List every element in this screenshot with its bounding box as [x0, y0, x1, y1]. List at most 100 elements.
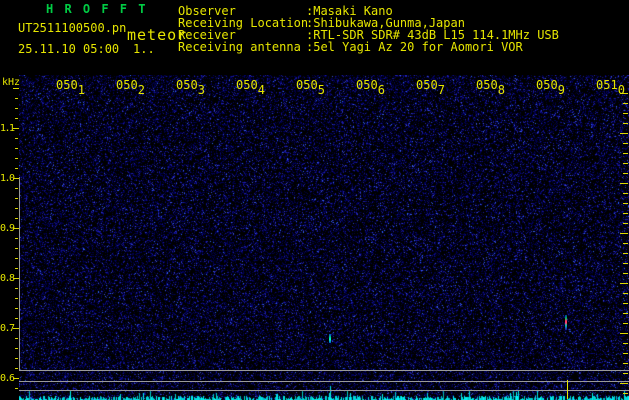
info-value-antenna: :5el Yagi Az 20 for Aomori VOR [306, 40, 523, 54]
freq-tick-left [15, 168, 18, 169]
freq-tick-label: 0.9 [0, 223, 15, 234]
time-tick-label: 0501 [56, 78, 85, 97]
freq-tick-right [620, 233, 628, 234]
freq-tick-left [13, 378, 19, 379]
antenna-value: 5el Yagi Az 20 for Aomori VOR [313, 40, 523, 54]
freq-tick-right [623, 393, 628, 394]
freq-tick-left [15, 288, 18, 289]
freq-tick-right [623, 263, 628, 264]
freq-tick-label: 0.7 [0, 323, 15, 334]
freq-tick-left [15, 98, 18, 99]
freq-tick-left [15, 368, 18, 369]
freq-tick-right [620, 133, 628, 134]
freq-tick-left [15, 268, 18, 269]
strip-line-1 [19, 370, 629, 371]
freq-tick-label: 1.1 [0, 123, 15, 134]
freq-tick-left [15, 388, 18, 389]
freq-tick-right [623, 123, 628, 124]
freq-tick-left [15, 308, 18, 309]
time-label-prefix: 050 [476, 78, 498, 92]
freq-tick-right [623, 273, 628, 274]
info-label-antenna: Receiving antenna [178, 40, 301, 54]
time-label-prefix: 050 [116, 78, 138, 92]
freq-tick-right [623, 173, 628, 174]
plot-left-border [19, 177, 20, 370]
freq-tick-right [623, 203, 628, 204]
time-label-minute-digit: 9 [557, 83, 565, 97]
time-label-minute-digit: 2 [137, 83, 145, 97]
echo-counter: 1.. [133, 42, 155, 56]
freq-tick-left [15, 208, 18, 209]
freq-tick-right [623, 323, 628, 324]
time-label-prefix: 051 [596, 78, 618, 92]
freq-tick-right [623, 113, 628, 114]
time-tick-label: 0502 [116, 78, 145, 97]
freq-tick-left [15, 348, 18, 349]
meteor-echo-strong [565, 315, 567, 330]
detection-marker-line [567, 380, 568, 399]
time-label-minute-digit: 7 [437, 83, 445, 97]
time-label-minute-digit: 3 [197, 83, 205, 97]
freq-tick-right [623, 353, 628, 354]
freq-tick-right [623, 343, 628, 344]
time-tick-label: 0503 [176, 78, 205, 97]
freq-tick-left [15, 298, 18, 299]
freq-tick-right [620, 383, 628, 384]
freq-tick-right [623, 243, 628, 244]
time-label-minute-digit: 0 [617, 83, 625, 97]
time-label-minute-digit: 4 [257, 83, 265, 97]
freq-tick-right [623, 153, 628, 154]
time-label-minute-digit: 1 [77, 83, 85, 97]
time-label-prefix: 050 [536, 78, 558, 92]
freq-tick-right [620, 183, 628, 184]
freq-tick-right [623, 293, 628, 294]
time-tick-label: 0506 [356, 78, 385, 97]
freq-tick-right [623, 313, 628, 314]
freq-tick-right [623, 253, 628, 254]
time-label-minute-digit: 6 [377, 83, 385, 97]
app-title: H R O F F T [46, 2, 148, 16]
freq-tick-right [620, 333, 628, 334]
time-tick-label: 0508 [476, 78, 505, 97]
freq-tick-label: 0.6 [0, 373, 15, 384]
time-label-prefix: 050 [236, 78, 258, 92]
time-tick-label: 0505 [296, 78, 325, 97]
freq-tick-right [623, 303, 628, 304]
freq-tick-left [15, 108, 18, 109]
freq-tick-right [623, 223, 628, 224]
freq-tick-left [15, 318, 18, 319]
time-tick-label: 0504 [236, 78, 265, 97]
time-label-prefix: 050 [356, 78, 378, 92]
strip-line-2 [19, 381, 629, 382]
time-label-minute-digit: 8 [497, 83, 505, 97]
time-label-prefix: 050 [56, 78, 78, 92]
observation-datetime: 25.11.10 05:00 [18, 42, 120, 56]
time-tick-label: 0509 [536, 78, 565, 97]
time-label-minute-digit: 5 [317, 83, 325, 97]
freq-tick-right [623, 193, 628, 194]
hrofft-screen: H R O F F T UT2511100500.pn meteor 25.11… [0, 0, 629, 400]
freq-tick-right [623, 103, 628, 104]
time-label-prefix: 050 [176, 78, 198, 92]
freq-tick-left [15, 188, 18, 189]
time-label-prefix: 050 [416, 78, 438, 92]
freq-tick-left [15, 198, 18, 199]
freq-tick-left [15, 158, 18, 159]
freq-tick-left [13, 88, 19, 89]
freq-tick-left [15, 258, 18, 259]
freq-tick-right [623, 373, 628, 374]
freq-tick-left [15, 138, 18, 139]
freq-tick-label: 0.8 [0, 273, 15, 284]
freq-tick-label: 1.0 [0, 173, 15, 184]
time-tick-label: 0510 [596, 78, 625, 97]
time-tick-label: 0507 [416, 78, 445, 97]
freq-tick-right [623, 213, 628, 214]
freq-tick-left [15, 218, 18, 219]
freq-tick-left [15, 118, 18, 119]
strip-line-3 [19, 390, 629, 391]
freq-tick-right [623, 143, 628, 144]
output-filename: UT2511100500.pn [18, 21, 127, 35]
spectrogram-canvas [19, 75, 629, 400]
freq-tick-right [623, 163, 628, 164]
meteor-echo-faint [329, 334, 331, 343]
